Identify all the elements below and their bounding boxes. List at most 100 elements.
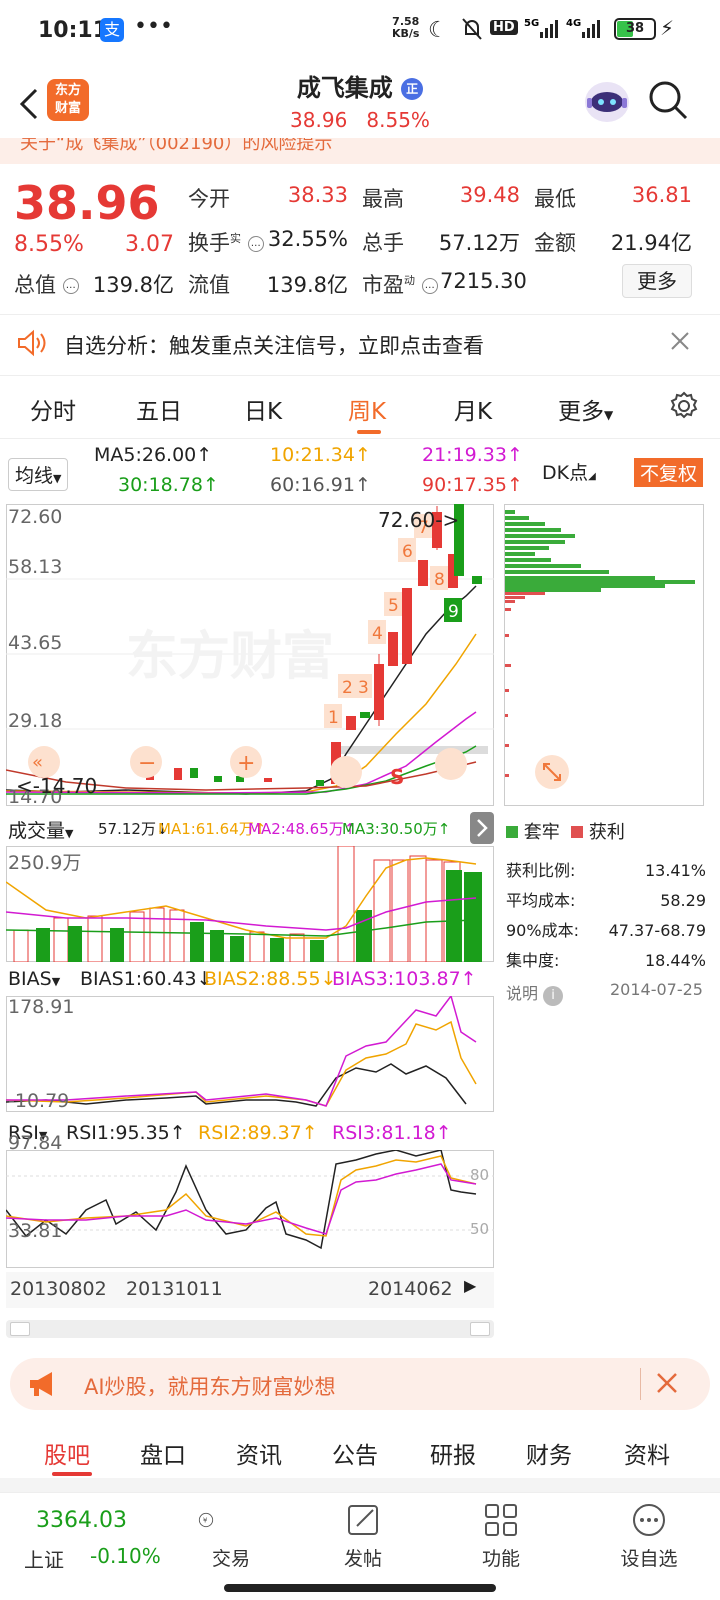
rsi-chart[interactable] (5, 1149, 494, 1268)
dock-trade-label: 交易 (211, 1548, 250, 1570)
tab-finance[interactable]: 财务 (526, 1436, 572, 1470)
index-name[interactable]: 上证 (24, 1544, 64, 1573)
active-tab-indicator (357, 430, 381, 434)
close-icon[interactable] (668, 329, 692, 357)
info-circle-icon[interactable]: … (421, 278, 438, 294)
tab-profile[interactable]: 资料 (624, 1436, 670, 1470)
watermark: 东方财富 (126, 627, 334, 687)
range-scrollbar[interactable] (6, 1320, 494, 1338)
bias2-value: BIAS2:88.55↓ (204, 968, 337, 990)
close-icon[interactable] (654, 1370, 680, 1400)
dock-post[interactable]: 发帖 (318, 1500, 408, 1571)
ma60-value: 60:16.91↑ (270, 474, 371, 496)
signal-banner[interactable]: 自选分析：触发重点关注信号，立即点击查看 (0, 314, 720, 376)
volume-dropdown[interactable]: 成交量▼ (8, 816, 73, 843)
big-price: 38.96 (14, 176, 160, 230)
bias-dropdown-label: BIAS (8, 968, 52, 990)
info-circle-icon[interactable]: … (247, 236, 264, 252)
ma10-value: 10:21.34↑ (270, 444, 371, 466)
dk-point-button[interactable]: DK点◢ (542, 458, 596, 485)
tab-daily-k[interactable]: 日K (244, 392, 282, 426)
dock-functions[interactable]: 功能 (456, 1500, 546, 1571)
caret-down-icon: ▼ (51, 975, 61, 988)
risk-ticker[interactable]: 关于“成飞集成”（002190）的风险提示 (0, 138, 720, 164)
bias-ymin: -10.79 (8, 1090, 70, 1112)
divider (0, 1478, 720, 1492)
index-value[interactable]: 3364.03 (36, 1508, 127, 1533)
turnover-label-text: 换手 (188, 231, 230, 255)
svg-text:5G: 5G (524, 18, 539, 29)
risk-ticker-text: 关于“成飞集成”（002190）的风险提示 (20, 138, 333, 154)
gear-icon (670, 391, 698, 419)
tab-monthly-k[interactable]: 月K (454, 392, 492, 426)
mktcap-label: 总值 … (14, 269, 79, 299)
more-notifications-icon: ••• (134, 14, 173, 39)
bias-chart[interactable] (5, 994, 494, 1112)
ma21-value: 21:19.33↑ (422, 444, 523, 466)
max-price-callout: 72.60-> (378, 508, 460, 532)
search-icon (649, 81, 688, 120)
bias-dropdown[interactable]: BIAS▼ (8, 968, 60, 990)
tab-fenshi[interactable]: 分时 (30, 392, 76, 426)
tab-news[interactable]: 资讯 (236, 1436, 282, 1470)
scroll-handle-right[interactable] (470, 1322, 490, 1336)
tab-announcements[interactable]: 公告 (332, 1436, 378, 1470)
dock-trade[interactable]: ¥ 交易 (186, 1500, 276, 1571)
panel-expand-button[interactable] (470, 812, 494, 844)
chip-stat-value: 18.44% (644, 951, 706, 970)
pe-label-text: 市盈 (362, 273, 404, 297)
tab-guba[interactable]: 股吧 (44, 1436, 90, 1470)
svg-text:4: 4 (372, 624, 383, 644)
change-pct: 8.55% (14, 232, 84, 257)
volume-dropdown-label: 成交量 (8, 820, 66, 842)
divider (640, 1368, 641, 1400)
ma-dropdown[interactable]: 均线▼ (8, 458, 69, 491)
tab-pankou[interactable]: 盘口 (140, 1436, 186, 1470)
chip-note-link[interactable]: 说明 i (506, 980, 564, 1006)
play-icon[interactable]: ▶ (464, 1276, 476, 1295)
scroll-handle-left[interactable] (10, 1322, 30, 1336)
index-change[interactable]: -0.10% (90, 1544, 161, 1568)
tab-more[interactable]: 更多▼ (558, 392, 613, 426)
info-circle-icon[interactable]: … (62, 278, 79, 294)
settings-button[interactable] (668, 390, 700, 426)
pe-label: 市盈动 … (362, 269, 438, 299)
rsi-ymax: 97.84 (8, 1132, 63, 1154)
kline-ylabel: 29.18 (8, 710, 63, 732)
kline-chart[interactable]: 东方财富 1 2 3 4 5 6 7 8 9 « − + S (5, 504, 494, 806)
home-indicator[interactable] (224, 1584, 496, 1592)
dock-watchlist[interactable]: 设自选 (604, 1500, 694, 1571)
rsi3-value: RSI3:81.18↑ (332, 1122, 452, 1144)
rsi-ref80: 80 (470, 1166, 490, 1184)
change-value: 3.07 (125, 232, 174, 257)
megaphone-icon (28, 1370, 58, 1402)
caret-down-icon: ▼ (65, 827, 74, 840)
open-label: 今开 (188, 187, 230, 211)
tab-research[interactable]: 研报 (430, 1436, 476, 1470)
tab-wuri[interactable]: 五日 (136, 392, 182, 426)
divider (0, 438, 720, 439)
adjust-button[interactable]: 不复权 (634, 458, 704, 487)
chip-stats: 获利比例: 13.41% 平均成本: 58.29 90%成本: 47.37-68.79… (506, 856, 706, 976)
volume-value: 57.12万 (438, 231, 520, 255)
search-button[interactable] (646, 78, 690, 122)
chip-stat-label: 90%成本: (506, 921, 579, 940)
robot-avatar-icon[interactable] (582, 76, 632, 126)
chip-distribution-chart[interactable] (504, 504, 704, 806)
status-bar: 10:11 支 ••• 7.58 KB/s ☾ HD 5G 4G 38 ⚡ (0, 0, 720, 64)
svg-text:3: 3 (358, 678, 369, 698)
more-button[interactable]: 更多 (622, 264, 692, 298)
chevron-right-icon (477, 819, 488, 837)
ai-banner[interactable]: AI炒股，就用东方财富妙想 (10, 1358, 710, 1410)
mktcap-label-text: 总值 (14, 273, 56, 297)
low-label: 最低 (534, 187, 576, 211)
high-label: 最高 (362, 187, 404, 211)
header-change-pct: 8.55% (366, 108, 430, 132)
dk-point-label: DK点 (542, 462, 589, 484)
alipay-icon: 支 (100, 18, 124, 42)
dock-functions-label: 功能 (481, 1548, 520, 1570)
chip-stat-label: 获利比例: (506, 861, 576, 880)
svg-text:+: + (237, 751, 255, 776)
tab-weekly-k[interactable]: 周K (348, 392, 386, 426)
hd-icon: HD (490, 20, 518, 35)
